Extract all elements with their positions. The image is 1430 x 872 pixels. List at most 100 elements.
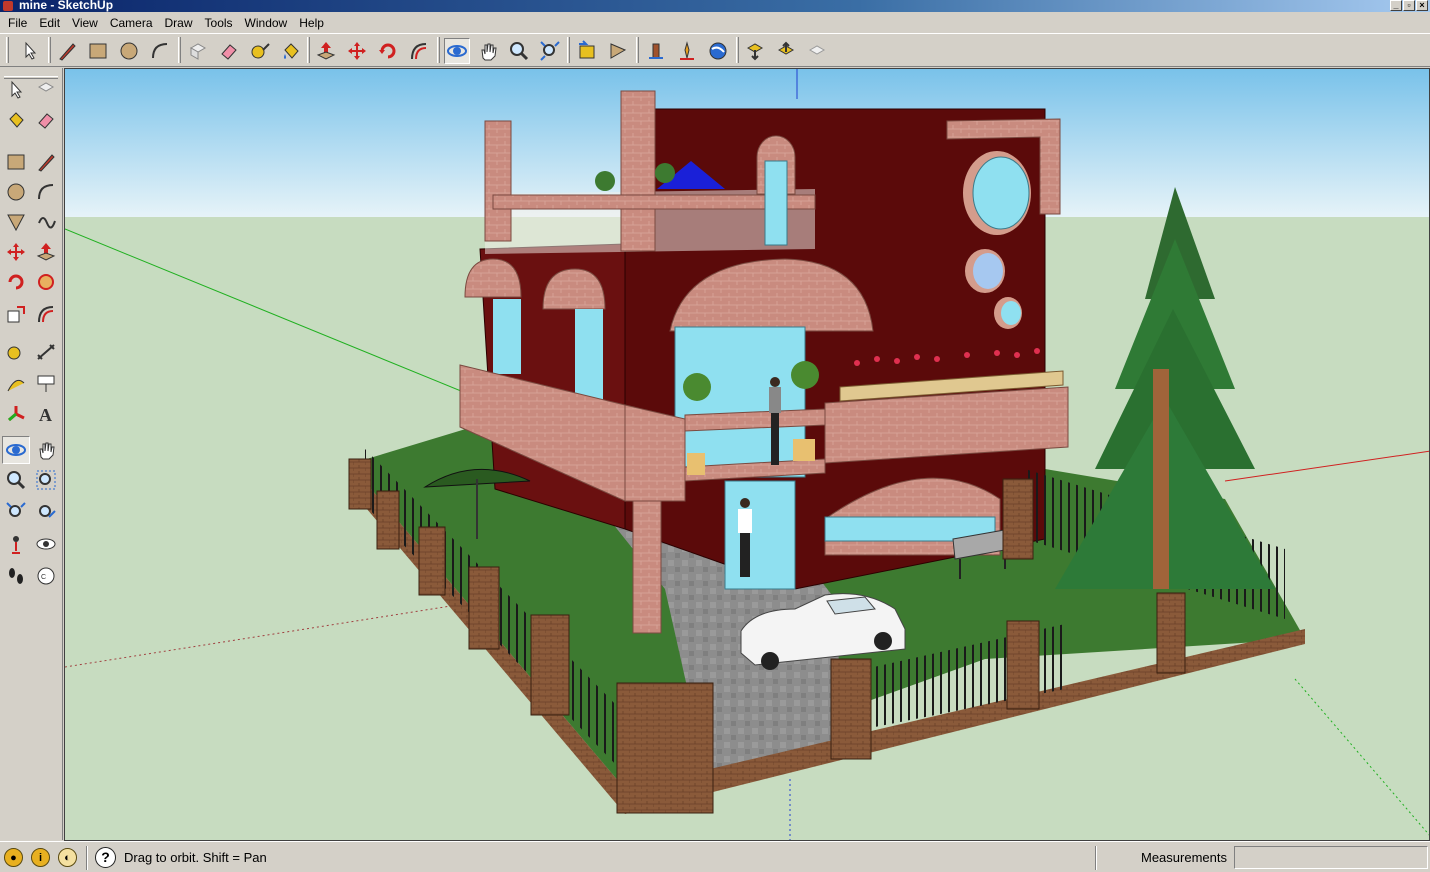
previous-tool-button[interactable] xyxy=(32,498,60,526)
orbit-tool-button[interactable] xyxy=(2,436,30,464)
toggle-terrain-button[interactable] xyxy=(674,38,700,64)
3d-scene[interactable] xyxy=(65,69,1430,841)
line-tool-button[interactable] xyxy=(54,38,80,64)
protractor-tool-button[interactable] xyxy=(2,370,30,398)
paint-bucket-tool-button[interactable] xyxy=(2,106,30,134)
orbit-tool-button[interactable] xyxy=(444,38,470,64)
close-button[interactable]: × xyxy=(1416,0,1428,11)
text-tool-button[interactable] xyxy=(32,370,60,398)
circle-tool-button[interactable] xyxy=(2,178,30,206)
offset-tool-button[interactable] xyxy=(32,300,60,328)
zoom-extents-tool-button[interactable] xyxy=(2,498,30,526)
toolbar-grip[interactable] xyxy=(307,37,310,63)
rectangle-tool-button[interactable] xyxy=(85,38,111,64)
axes-tool-button[interactable] xyxy=(2,400,30,428)
select-tool-button[interactable] xyxy=(2,76,30,104)
previous-view-button[interactable] xyxy=(574,38,600,64)
pan-tool-button[interactable] xyxy=(475,38,501,64)
zoom-window-tool-button[interactable] xyxy=(32,466,60,494)
help-icon[interactable]: ? xyxy=(95,847,116,868)
user-icon[interactable]: ◐ xyxy=(58,848,77,867)
restore-button[interactable]: ▫ xyxy=(1403,0,1415,11)
toolbar-grip[interactable] xyxy=(48,37,51,63)
position-camera-tool-button[interactable] xyxy=(2,530,30,558)
model-viewport[interactable] xyxy=(64,68,1430,841)
toolbar-grip[interactable] xyxy=(6,37,9,63)
move-icon xyxy=(348,42,366,60)
google-earth-button[interactable] xyxy=(705,38,731,64)
follow-me-tool-button[interactable] xyxy=(32,268,60,296)
offset-icon xyxy=(411,43,427,60)
circle-tool-button[interactable] xyxy=(116,38,142,64)
rectangle-tool-button[interactable] xyxy=(2,148,30,176)
make-component-tool-button[interactable] xyxy=(32,76,60,104)
rotate-tool-button[interactable] xyxy=(375,38,401,64)
rotate-tool-button[interactable] xyxy=(2,268,30,296)
zoom-extents-button[interactable] xyxy=(537,38,563,64)
menu-window[interactable]: Window xyxy=(239,14,294,32)
section-plane-tool-button[interactable]: C xyxy=(32,562,60,590)
next-view-icon xyxy=(610,43,627,59)
make-component-button[interactable] xyxy=(185,38,211,64)
menu-draw[interactable]: Draw xyxy=(159,14,199,32)
share-model-button[interactable] xyxy=(773,38,799,64)
eraser-tool-button[interactable] xyxy=(32,106,60,134)
line-tool-button[interactable] xyxy=(32,148,60,176)
toolbar-grip[interactable] xyxy=(636,37,639,63)
minimize-button[interactable]: _ xyxy=(1390,0,1402,11)
previous-view-icon xyxy=(579,40,595,59)
push-pull-button[interactable] xyxy=(313,38,339,64)
menu-view[interactable]: View xyxy=(66,14,104,32)
axes-icon xyxy=(8,406,25,422)
menu-help[interactable]: Help xyxy=(293,14,330,32)
share-component-button[interactable] xyxy=(804,38,830,64)
move-tool-button[interactable] xyxy=(2,238,30,266)
add-location-button[interactable] xyxy=(643,38,669,64)
arc-tool-button[interactable] xyxy=(147,38,173,64)
dimension-tool-button[interactable] xyxy=(32,338,60,366)
tape-measure-button[interactable] xyxy=(247,38,273,64)
toolbar-grip[interactable] xyxy=(437,37,440,63)
pan-tool-button[interactable] xyxy=(32,436,60,464)
measurements-label: Measurements xyxy=(1141,850,1227,865)
get-models-button[interactable] xyxy=(742,38,768,64)
zoom-window-icon xyxy=(36,470,56,490)
freehand-tool-button[interactable] xyxy=(32,208,60,236)
offset-tool-button[interactable] xyxy=(406,38,432,64)
zoom-tool-button[interactable] xyxy=(2,466,30,494)
paint-bucket-button[interactable] xyxy=(278,38,304,64)
status-bar: ● i ◐ ? Drag to orbit. Shift = Pan Measu… xyxy=(0,841,1430,872)
credits-icon[interactable]: i xyxy=(31,848,50,867)
zoom-tool-button[interactable] xyxy=(506,38,532,64)
round-window xyxy=(972,156,1030,230)
geo-location-icon[interactable]: ● xyxy=(4,848,23,867)
offset-icon xyxy=(38,306,54,323)
zoom-icon xyxy=(510,42,529,61)
toolbar-grip[interactable] xyxy=(736,37,739,63)
menu-file[interactable]: File xyxy=(2,14,33,32)
toolbar-grip[interactable] xyxy=(178,37,181,63)
scale-tool-button[interactable] xyxy=(2,300,30,328)
menu-tools[interactable]: Tools xyxy=(199,14,239,32)
next-view-button[interactable] xyxy=(605,38,631,64)
eraser-tool-button[interactable] xyxy=(216,38,242,64)
push-pull-tool-button[interactable] xyxy=(32,238,60,266)
menu-camera[interactable]: Camera xyxy=(104,14,159,32)
section-plane-icon: C xyxy=(37,567,55,585)
menu-edit[interactable]: Edit xyxy=(33,14,66,32)
planter xyxy=(793,439,815,461)
select-tool-button[interactable] xyxy=(17,38,43,64)
measurements-input[interactable] xyxy=(1234,846,1428,869)
pan-icon xyxy=(481,43,497,61)
walk-tool-button[interactable] xyxy=(2,562,30,590)
polygon-tool-button[interactable] xyxy=(2,208,30,236)
look-around-tool-button[interactable] xyxy=(32,530,60,558)
balcony-corner xyxy=(624,404,686,502)
toolbar-grip[interactable] xyxy=(567,37,570,63)
tape-measure-tool-button[interactable] xyxy=(2,338,30,366)
paint-bucket-icon xyxy=(284,43,299,59)
move-tool-button[interactable] xyxy=(344,38,370,64)
toggle-terrain-icon xyxy=(680,41,694,60)
arc-tool-button[interactable] xyxy=(32,178,60,206)
3d-text-tool-button[interactable]: A xyxy=(32,400,60,428)
